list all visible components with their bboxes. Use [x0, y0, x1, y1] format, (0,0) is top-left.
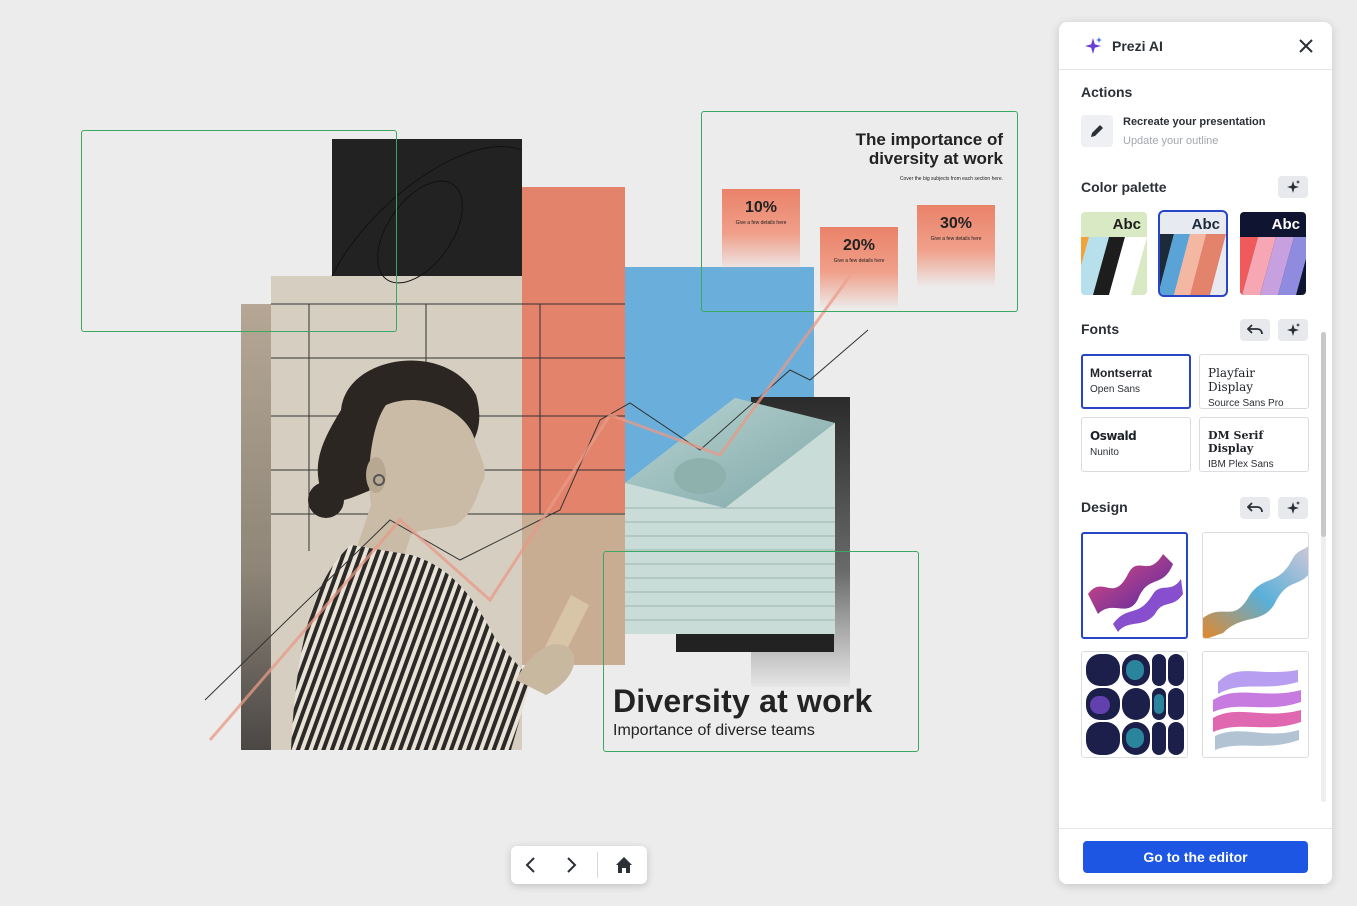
design-option-4[interactable] — [1202, 651, 1309, 758]
body-font-name: Open Sans — [1090, 384, 1141, 395]
stat-caption: Give a few details here — [833, 258, 885, 264]
empty-frame[interactable] — [81, 130, 397, 332]
prezi-ai-panel: Prezi AI Actions Recreate your presentat… — [1059, 22, 1332, 884]
summary-slide-frame[interactable]: The importance of diversity at work Cove… — [701, 111, 1018, 312]
heading-font-name: Montserrat — [1090, 366, 1153, 380]
undo-icon — [1247, 502, 1263, 513]
home-button[interactable] — [604, 846, 644, 884]
font-pair-2[interactable]: Playfair Display Source Sans Pro — [1199, 354, 1309, 409]
title-slide-subheading: Importance of diverse teams — [613, 722, 815, 739]
sparkle-icon — [1287, 501, 1300, 514]
layered-waves-image — [1213, 670, 1301, 750]
sparkle-icon — [1287, 323, 1300, 336]
design-option-1[interactable] — [1081, 532, 1188, 639]
stat-card-2: 20% Give a few details here — [820, 227, 898, 309]
font-pair-3[interactable]: Oswald Nunito — [1081, 417, 1191, 472]
liquid-metal-image — [1203, 545, 1308, 638]
design-heading: Design — [1081, 499, 1128, 515]
palette-swatch-2[interactable]: Abc — [1158, 210, 1228, 297]
stat-value: 10% — [744, 199, 778, 216]
undo-fonts-button[interactable] — [1240, 319, 1270, 341]
chevron-left-icon — [525, 857, 535, 873]
color-palette-heading: Color palette — [1081, 179, 1167, 195]
regenerate-fonts-button[interactable] — [1278, 319, 1308, 341]
swatch-label: Abc — [1271, 216, 1300, 233]
actions-heading: Actions — [1081, 84, 1133, 100]
stat-caption: Give a few details here — [735, 220, 787, 226]
design-option-2[interactable] — [1202, 532, 1309, 639]
stat-value: 30% — [939, 215, 973, 232]
action-subtitle: Update your outline — [1123, 135, 1219, 147]
ribbon-wave-image — [1088, 554, 1183, 632]
presentation-canvas[interactable]: The importance of diversity at work Cove… — [0, 0, 1050, 906]
close-button[interactable] — [1296, 36, 1316, 56]
summary-slide-subtitle: Cover the big subjects from each section… — [899, 176, 1003, 182]
stat-card-3: 30% Give a few details here — [917, 205, 995, 287]
regenerate-design-button[interactable] — [1278, 497, 1308, 519]
swatch-label: Abc — [1112, 216, 1141, 233]
panel-header: Prezi AI — [1059, 22, 1332, 70]
title-slide-heading: Diversity at work — [613, 683, 873, 719]
chevron-right-icon — [567, 857, 577, 873]
recreate-action-button[interactable] — [1081, 115, 1113, 147]
palette-swatch-1[interactable]: Abc — [1081, 212, 1147, 295]
body-font-name: Nunito — [1090, 447, 1119, 458]
stat-caption: Give a few details here — [930, 236, 982, 242]
scrollbar-thumb[interactable] — [1321, 332, 1326, 537]
sparkle-icon — [1287, 180, 1300, 193]
heading-font-name: Playfair Display — [1208, 366, 1256, 394]
action-title[interactable]: Recreate your presentation — [1123, 116, 1265, 128]
sparkle-icon — [1085, 36, 1102, 54]
panel-footer: Go to the editor — [1059, 828, 1332, 884]
home-icon — [616, 857, 632, 873]
heading-font-name: DM Serif Display — [1208, 429, 1264, 455]
pencil-icon — [1091, 125, 1103, 137]
nav-divider — [597, 852, 598, 878]
undo-design-button[interactable] — [1240, 497, 1270, 519]
body-font-name: IBM Plex Sans — [1208, 459, 1274, 470]
panel-title: Prezi AI — [1112, 37, 1163, 54]
prev-button[interactable] — [511, 846, 551, 884]
heading-font-name: Oswald — [1090, 429, 1137, 443]
summary-slide-title: The importance of diversity at work — [855, 130, 1003, 168]
stat-value: 20% — [842, 237, 876, 254]
undo-icon — [1247, 324, 1263, 335]
regenerate-palette-button[interactable] — [1278, 176, 1308, 198]
palette-swatch-3[interactable]: Abc — [1240, 212, 1306, 295]
go-to-editor-button[interactable]: Go to the editor — [1083, 841, 1308, 873]
stat-card-1: 10% Give a few details here — [722, 189, 800, 271]
design-option-3[interactable] — [1081, 651, 1188, 758]
next-button[interactable] — [551, 846, 591, 884]
fonts-heading: Fonts — [1081, 321, 1120, 337]
swatch-label: Abc — [1191, 216, 1220, 233]
font-pair-1[interactable]: Montserrat Open Sans — [1081, 354, 1191, 409]
presentation-nav — [511, 846, 647, 884]
body-font-name: Source Sans Pro — [1208, 398, 1284, 409]
capsule-pattern-image — [1082, 652, 1187, 757]
font-pair-4[interactable]: DM Serif Display IBM Plex Sans — [1199, 417, 1309, 472]
close-icon — [1299, 38, 1313, 53]
